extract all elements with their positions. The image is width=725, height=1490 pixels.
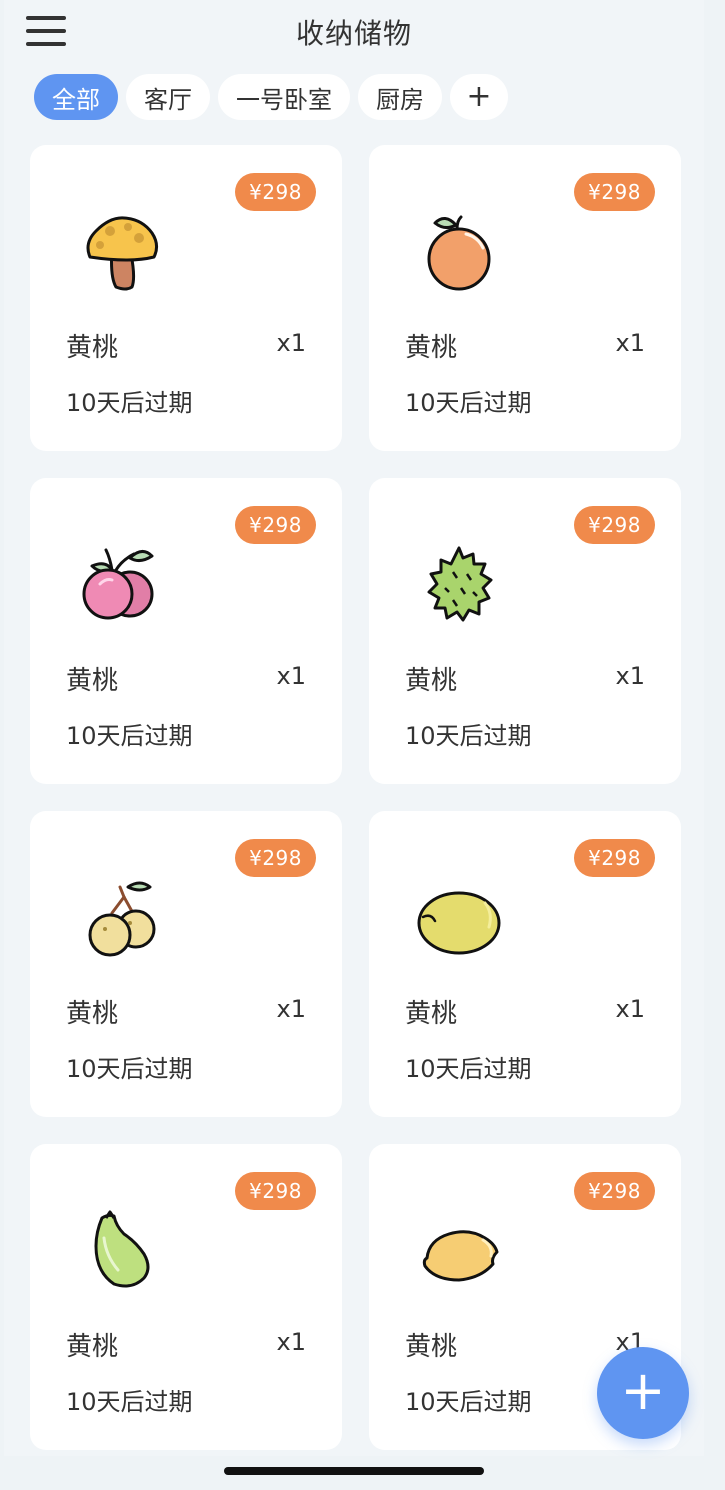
price-badge: ¥298 xyxy=(235,839,316,877)
item-card[interactable]: ¥298 黄桃 x1 10天后过期 xyxy=(30,145,342,451)
orange-icon xyxy=(411,203,507,299)
expire-text: 10天后过期 xyxy=(66,1055,193,1083)
melon-icon xyxy=(411,869,507,965)
item-card[interactable]: ¥298 黄桃 x1 10天后过期 xyxy=(30,1144,342,1450)
expire-text: 10天后过期 xyxy=(66,389,193,417)
mushroom-icon xyxy=(72,203,168,299)
add-item-button[interactable]: + xyxy=(597,1347,689,1439)
tab-bedroom-1[interactable]: 一号卧室 xyxy=(218,74,350,120)
item-card[interactable]: ¥298 黄桃 x1 10天后过期 xyxy=(369,478,681,784)
price-badge: ¥298 xyxy=(235,173,316,211)
item-name: 黄桃 xyxy=(405,333,458,363)
expire-text: 10天后过期 xyxy=(66,722,193,750)
app-shell: 收纳储物 全部 客厅 一号卧室 厨房 + ¥298 黄桃 x1 10天后过期 ¥… xyxy=(4,0,704,1456)
item-name: 黄桃 xyxy=(66,999,119,1029)
price-badge: ¥298 xyxy=(574,173,655,211)
item-name: 黄桃 xyxy=(405,999,458,1029)
tab-bar: 全部 客厅 一号卧室 厨房 + xyxy=(34,74,508,120)
item-name: 黄桃 xyxy=(66,666,119,696)
expire-text: 10天后过期 xyxy=(405,1055,532,1083)
expire-text: 10天后过期 xyxy=(405,722,532,750)
price-badge: ¥298 xyxy=(574,506,655,544)
price-badge: ¥298 xyxy=(574,839,655,877)
price-badge: ¥298 xyxy=(235,506,316,544)
papaya-icon xyxy=(72,1202,168,1298)
expire-text: 10天后过期 xyxy=(66,1388,193,1416)
item-name: 黄桃 xyxy=(66,333,119,363)
tab-living-room[interactable]: 客厅 xyxy=(126,74,210,120)
item-name: 黄桃 xyxy=(66,1332,119,1362)
item-quantity: x1 xyxy=(615,662,645,690)
item-card[interactable]: ¥298 黄桃 x1 10天后过期 xyxy=(30,811,342,1117)
item-card[interactable]: ¥298 黄桃 x1 10天后过期 xyxy=(369,145,681,451)
price-badge: ¥298 xyxy=(574,1172,655,1210)
plus-icon: + xyxy=(620,1359,666,1422)
longan-icon xyxy=(72,869,168,965)
lemon-icon xyxy=(411,1202,507,1298)
tab-kitchen[interactable]: 厨房 xyxy=(358,74,442,120)
item-quantity: x1 xyxy=(276,662,306,690)
item-grid: ¥298 黄桃 x1 10天后过期 ¥298 黄桃 x1 10天后过期 ¥298… xyxy=(30,145,682,1450)
item-quantity: x1 xyxy=(615,995,645,1023)
expire-text: 10天后过期 xyxy=(405,1388,532,1416)
add-tab-button[interactable]: + xyxy=(450,74,508,120)
tab-all[interactable]: 全部 xyxy=(34,74,118,120)
plum-icon xyxy=(72,536,168,632)
item-card[interactable]: ¥298 黄桃 x1 10天后过期 xyxy=(369,811,681,1117)
item-quantity: x1 xyxy=(615,329,645,357)
durian-icon xyxy=(411,536,507,632)
expire-text: 10天后过期 xyxy=(405,389,532,417)
item-quantity: x1 xyxy=(276,995,306,1023)
item-quantity: x1 xyxy=(276,329,306,357)
home-indicator xyxy=(224,1467,484,1475)
price-badge: ¥298 xyxy=(235,1172,316,1210)
item-name: 黄桃 xyxy=(405,1332,458,1362)
item-quantity: x1 xyxy=(276,1328,306,1356)
item-card[interactable]: ¥298 黄桃 x1 10天后过期 xyxy=(30,478,342,784)
header: 收纳储物 xyxy=(4,0,704,62)
page-title: 收纳储物 xyxy=(295,17,412,50)
item-name: 黄桃 xyxy=(405,666,458,696)
